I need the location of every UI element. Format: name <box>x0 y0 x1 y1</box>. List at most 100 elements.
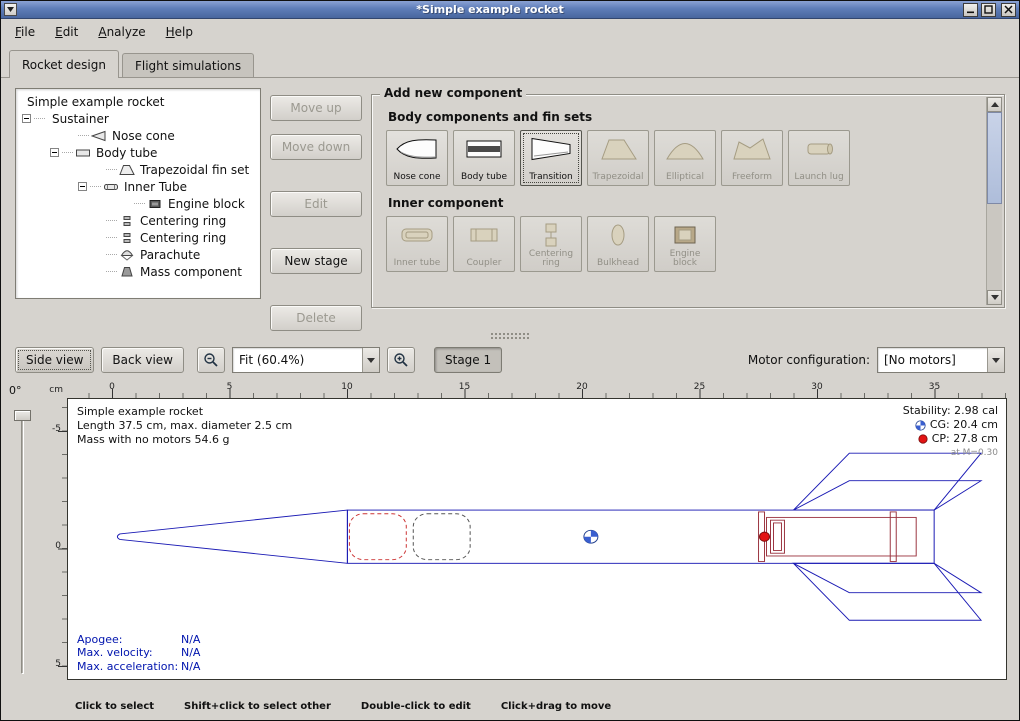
add-component-title: Add new component <box>380 86 526 100</box>
add-launch-lug-button[interactable]: Launch lug <box>788 130 850 186</box>
tree-row-nose-cone[interactable]: Nose cone <box>18 127 258 144</box>
zoom-select-value: Fit (60.4%) <box>233 348 362 372</box>
tree-row-engine-block[interactable]: Engine block <box>18 195 258 212</box>
tab-flight-simulations[interactable]: Flight simulations <box>122 53 254 77</box>
scroll-down-button[interactable] <box>987 290 1002 305</box>
edit-button[interactable]: Edit <box>270 191 362 217</box>
zoom-out-button[interactable] <box>197 347 225 373</box>
mach-condition: at M=0.30 <box>951 446 998 460</box>
titlebar[interactable]: *Simple example rocket <box>1 1 1019 19</box>
tree-row-body-tube[interactable]: Body tube <box>18 144 258 161</box>
back-view-button[interactable]: Back view <box>101 347 184 373</box>
add-nose-cone-button[interactable]: Nose cone <box>386 130 448 186</box>
transition-icon <box>529 136 573 162</box>
add-coupler-button[interactable]: Coupler <box>453 216 515 272</box>
add-body-tube-button[interactable]: Body tube <box>453 130 515 186</box>
rocket-viewport: 0° cm 0 5 10 15 20 25 30 35 -5 0 5 <box>1 380 1019 694</box>
tree-row-centering-ring-1[interactable]: Centering ring <box>18 212 258 229</box>
trapezoidal-fin-icon <box>596 136 640 162</box>
menu-file[interactable]: File <box>6 22 44 42</box>
nose-cone-outline[interactable] <box>117 510 347 563</box>
mass-component-icon <box>119 266 135 278</box>
body-tube-outline[interactable] <box>347 510 934 563</box>
component-scrollbar[interactable] <box>986 97 1002 305</box>
rotation-slider-thumb[interactable] <box>14 410 31 421</box>
zoom-select[interactable]: Fit (60.4%) <box>232 347 380 373</box>
mass-component-outline[interactable] <box>413 514 470 560</box>
component-tree[interactable]: Simple example rocket Sustainer Nose con… <box>15 88 261 299</box>
add-transition-button[interactable]: Transition <box>520 130 582 186</box>
rocket-name: Simple example rocket <box>77 405 292 419</box>
new-stage-button[interactable]: New stage <box>270 248 362 274</box>
motor-configuration-value: [No motors] <box>878 348 987 372</box>
tree-row-fin-set[interactable]: Trapezoidal fin set <box>18 161 258 178</box>
add-inner-tube-button[interactable]: Inner tube <box>386 216 448 272</box>
cg-marker <box>584 530 598 543</box>
side-view-button[interactable]: Side view <box>15 347 94 373</box>
window-menu-icon[interactable] <box>4 3 17 16</box>
ruler-unit-label: cm <box>45 382 67 398</box>
close-button[interactable] <box>1001 3 1016 17</box>
rocket-dimensions: Length 37.5 cm, max. diameter 2.5 cm <box>77 419 292 433</box>
motor-configuration-select[interactable]: [No motors] <box>877 347 1005 373</box>
zoom-in-icon <box>393 352 409 368</box>
statusbar: Click to select Shift+click to select ot… <box>1 694 1019 720</box>
move-down-button[interactable]: Move down <box>270 134 362 160</box>
rocket-canvas[interactable]: Simple example rocket Length 37.5 cm, ma… <box>67 398 1007 680</box>
tree-row-mass-component[interactable]: Mass component <box>18 263 258 280</box>
rotation-angle-label: 0° <box>9 384 22 397</box>
add-engine-block-button[interactable]: Engine block <box>654 216 716 272</box>
scroll-track[interactable] <box>987 112 1002 290</box>
cp-legend-icon <box>918 434 928 444</box>
fin-upper-outline[interactable] <box>793 453 981 510</box>
add-bulkhead-button[interactable]: Bulkhead <box>587 216 649 272</box>
motor-configuration-label: Motor configuration: <box>748 353 870 367</box>
dropdown-arrow-icon[interactable] <box>987 348 1004 372</box>
fin-lower-projection <box>793 563 981 592</box>
body-components-group-label: Body components and fin sets <box>388 110 978 124</box>
inner-components-row: Inner tube Coupler Centering ring Bulkhe… <box>386 216 978 272</box>
add-elliptical-fin-button[interactable]: Elliptical <box>654 130 716 186</box>
tree-row-inner-tube[interactable]: Inner Tube <box>18 178 258 195</box>
tab-rocket-design[interactable]: Rocket design <box>9 50 119 78</box>
inner-tube-outline[interactable] <box>767 517 917 556</box>
tree-row-rocket[interactable]: Simple example rocket <box>18 93 258 110</box>
move-up-button[interactable]: Move up <box>270 95 362 121</box>
launch-lug-icon <box>797 136 841 162</box>
tree-row-centering-ring-2[interactable]: Centering ring <box>18 229 258 246</box>
flight-data-block: Apogee:N/A Max. velocity:N/A Max. accele… <box>77 633 200 674</box>
rotation-slider-track[interactable] <box>21 418 24 674</box>
add-freeform-fin-button[interactable]: Freeform <box>721 130 783 186</box>
split-divider[interactable] <box>1 331 1019 340</box>
delete-button[interactable]: Delete <box>270 305 362 331</box>
collapse-toggle-icon[interactable] <box>50 148 59 157</box>
collapse-toggle-icon[interactable] <box>78 182 87 191</box>
add-trapezoidal-fin-button[interactable]: Trapezoidal <box>587 130 649 186</box>
cp-marker <box>760 532 770 541</box>
menu-edit[interactable]: Edit <box>46 22 87 42</box>
menu-help[interactable]: Help <box>157 22 202 42</box>
parachute-outline[interactable] <box>349 514 406 560</box>
scroll-up-button[interactable] <box>987 97 1002 112</box>
collapse-toggle-icon[interactable] <box>22 114 31 123</box>
fin-lower-outline[interactable] <box>793 563 981 620</box>
horizontal-ruler: 0 5 10 15 20 25 30 35 <box>67 382 1007 398</box>
centering-ring-outline[interactable] <box>890 512 896 562</box>
dropdown-arrow-icon[interactable] <box>362 348 379 372</box>
engine-block-outline[interactable] <box>771 520 785 553</box>
scroll-thumb[interactable] <box>987 112 1002 204</box>
stage-1-toggle-button[interactable]: Stage 1 <box>434 347 502 373</box>
zoom-out-icon <box>203 352 219 368</box>
tree-row-sustainer[interactable]: Sustainer <box>18 110 258 127</box>
cp-value: CP: 27.8 cm <box>932 432 998 446</box>
maximize-button[interactable] <box>981 3 996 17</box>
rocket-info-block: Simple example rocket Length 37.5 cm, ma… <box>77 405 292 447</box>
menu-analyze[interactable]: Analyze <box>89 22 154 42</box>
hint-click-drag: Click+drag to move <box>501 701 611 720</box>
add-centering-ring-button[interactable]: Centering ring <box>520 216 582 272</box>
centering-ring-icon <box>119 215 135 227</box>
nose-cone-icon <box>91 130 107 142</box>
minimize-button[interactable] <box>963 3 978 17</box>
zoom-in-button[interactable] <box>387 347 415 373</box>
tree-row-parachute[interactable]: Parachute <box>18 246 258 263</box>
